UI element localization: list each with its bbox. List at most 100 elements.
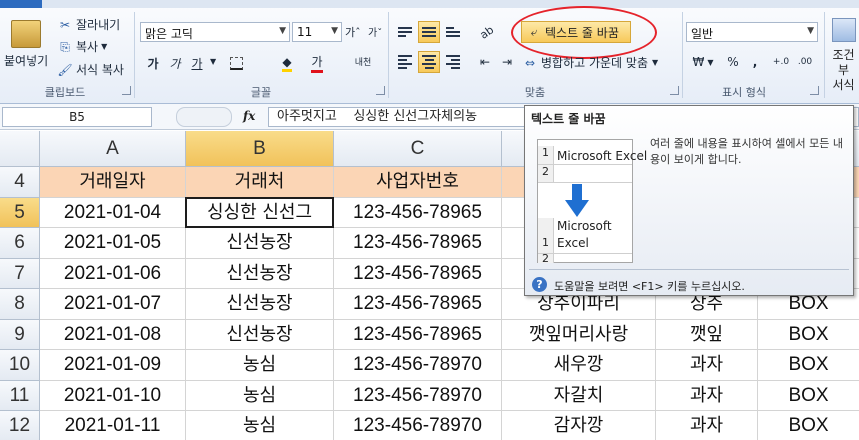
cell-c11[interactable]: 123-456-78970: [334, 380, 502, 411]
cell-c12[interactable]: 123-456-78970: [334, 411, 502, 440]
cell-a7[interactable]: 2021-01-06: [40, 258, 186, 289]
align-top-button[interactable]: [394, 21, 416, 43]
font-size-combo[interactable]: 11 ▼: [292, 22, 342, 42]
decrease-indent-button[interactable]: ⇤: [474, 51, 496, 73]
cell-d11[interactable]: 자갈치: [502, 380, 656, 411]
column-header-a[interactable]: A: [40, 131, 186, 167]
cell-f10[interactable]: BOX: [758, 350, 859, 381]
grow-font-button[interactable]: 가ˆ: [345, 24, 361, 40]
column-header-b[interactable]: B: [186, 131, 334, 167]
border-button[interactable]: [225, 52, 247, 74]
cell-d10[interactable]: 새우깡: [502, 350, 656, 381]
increase-decimal-button[interactable]: +.0: [770, 51, 792, 73]
cell-e10[interactable]: 과자: [656, 350, 758, 381]
number-group-label: 표시 형식: [722, 86, 766, 99]
cell-c5[interactable]: 123-456-78965: [334, 197, 502, 228]
row-header-10[interactable]: 10: [0, 350, 40, 381]
cell-f12[interactable]: BOX: [758, 411, 859, 440]
align-left-icon: [398, 55, 412, 69]
italic-button[interactable]: 가: [164, 52, 186, 74]
cell-a4[interactable]: 거래일자: [40, 167, 186, 198]
cell-b6[interactable]: 신선농장: [186, 228, 334, 259]
cell-c6[interactable]: 123-456-78965: [334, 228, 502, 259]
align-left-button[interactable]: [394, 51, 416, 73]
cell-b10[interactable]: 농심: [186, 350, 334, 381]
font-launcher[interactable]: [376, 86, 385, 95]
cell-a11[interactable]: 2021-01-10: [40, 380, 186, 411]
cell-e11[interactable]: 과자: [656, 380, 758, 411]
row-header-7[interactable]: 7: [0, 258, 40, 289]
name-box[interactable]: B5: [2, 107, 152, 127]
cell-f9[interactable]: BOX: [758, 320, 859, 350]
column-header-c[interactable]: C: [334, 131, 502, 167]
file-tab[interactable]: [0, 0, 42, 8]
percent-button[interactable]: %: [722, 51, 744, 73]
cell-b8[interactable]: 신선농장: [186, 289, 334, 320]
merge-center-button[interactable]: ⇔ 병합하고 가운데 맞춤 ▼: [522, 54, 658, 71]
cell-c10[interactable]: 123-456-78970: [334, 350, 502, 381]
cell-a5[interactable]: 2021-01-04: [40, 197, 186, 228]
cell-c7[interactable]: 123-456-78965: [334, 258, 502, 289]
cell-c4[interactable]: 사업자번호: [334, 167, 502, 198]
decrease-decimal-button[interactable]: .00: [794, 51, 816, 73]
bold-button[interactable]: 가: [142, 52, 164, 74]
chevron-down-icon: ▼: [101, 42, 108, 51]
number-launcher[interactable]: [810, 86, 819, 95]
align-center-button[interactable]: [418, 51, 440, 73]
cell-d12[interactable]: 감자깡: [502, 411, 656, 440]
phonetic-button[interactable]: 내천: [352, 52, 374, 74]
alignment-launcher[interactable]: [670, 86, 679, 95]
cell-b7[interactable]: 신선농장: [186, 258, 334, 289]
row-header-9[interactable]: 9: [0, 319, 40, 350]
cell-e9[interactable]: 깻잎: [656, 319, 758, 350]
conditional-format-button[interactable]: 조건부 서식: [828, 18, 859, 92]
align-bottom-button[interactable]: [442, 21, 464, 43]
row-header-12[interactable]: 12: [0, 411, 40, 440]
currency-button[interactable]: ₩ ▼: [688, 51, 718, 73]
font-size-value: 11: [297, 25, 313, 39]
row-header-8[interactable]: 8: [0, 289, 40, 320]
cell-b4[interactable]: 거래처: [186, 167, 334, 198]
copy-button[interactable]: ⎘ 복사 ▼: [57, 38, 107, 55]
align-right-button[interactable]: [442, 51, 464, 73]
orientation-button[interactable]: ab: [476, 21, 498, 43]
cell-e12[interactable]: 과자: [656, 411, 758, 440]
clipboard-launcher[interactable]: [122, 86, 131, 95]
underline-dropdown[interactable]: ▼: [210, 57, 216, 66]
increase-indent-button[interactable]: ⇥: [496, 51, 518, 73]
format-painter-button[interactable]: 🖌 서식 복사: [57, 61, 124, 78]
align-middle-button[interactable]: [418, 21, 440, 43]
row-header-6[interactable]: 6: [0, 228, 40, 259]
row-header-4[interactable]: 4: [0, 167, 40, 198]
underline-button[interactable]: 가: [186, 52, 208, 74]
cell-b5[interactable]: 싱싱한 신선그: [186, 197, 334, 228]
wrap-text-button[interactable]: ⤶ 텍스트 줄 바꿈: [521, 21, 631, 43]
shrink-font-button[interactable]: 가ˇ: [368, 24, 382, 39]
cut-button[interactable]: ✂ 잘라내기: [57, 16, 120, 33]
insert-function-icon[interactable]: fx: [243, 109, 255, 123]
number-format-combo[interactable]: 일반 ▼: [686, 22, 818, 42]
cell-a9[interactable]: 2021-01-08: [40, 319, 186, 350]
cell-b11[interactable]: 농심: [186, 380, 334, 411]
paste-button[interactable]: 붙여넣기: [4, 20, 48, 69]
select-all-corner[interactable]: [0, 131, 40, 167]
row-header-5[interactable]: 5: [0, 197, 40, 228]
cell-c9[interactable]: 123-456-78965: [334, 319, 502, 350]
cell-d9[interactable]: 깻잎머리사랑: [502, 319, 656, 350]
tooltip-description: 여러 줄에 내용을 표시하여 셀에서 모든 내용이 보이게 합니다.: [650, 137, 844, 166]
cell-a10[interactable]: 2021-01-09: [40, 350, 186, 381]
format-painter-label: 서식 복사: [76, 63, 124, 77]
comma-button[interactable]: ,: [744, 51, 766, 73]
cell-f11[interactable]: BOX: [758, 381, 859, 411]
cell-a12[interactable]: 2021-01-11: [40, 411, 186, 440]
fill-color-button[interactable]: ◆: [276, 52, 298, 74]
cell-c8[interactable]: 123-456-78965: [334, 289, 502, 320]
row-header-11[interactable]: 11: [0, 380, 40, 411]
cell-b12[interactable]: 농심: [186, 411, 334, 440]
cell-a8[interactable]: 2021-01-07: [40, 289, 186, 320]
font-color-button[interactable]: 가: [306, 52, 328, 74]
align-right-icon: [446, 55, 460, 69]
cell-b9[interactable]: 신선농장: [186, 319, 334, 350]
font-name-combo[interactable]: 맑은 고딕 ▼: [140, 22, 290, 42]
cell-a6[interactable]: 2021-01-05: [40, 228, 186, 259]
